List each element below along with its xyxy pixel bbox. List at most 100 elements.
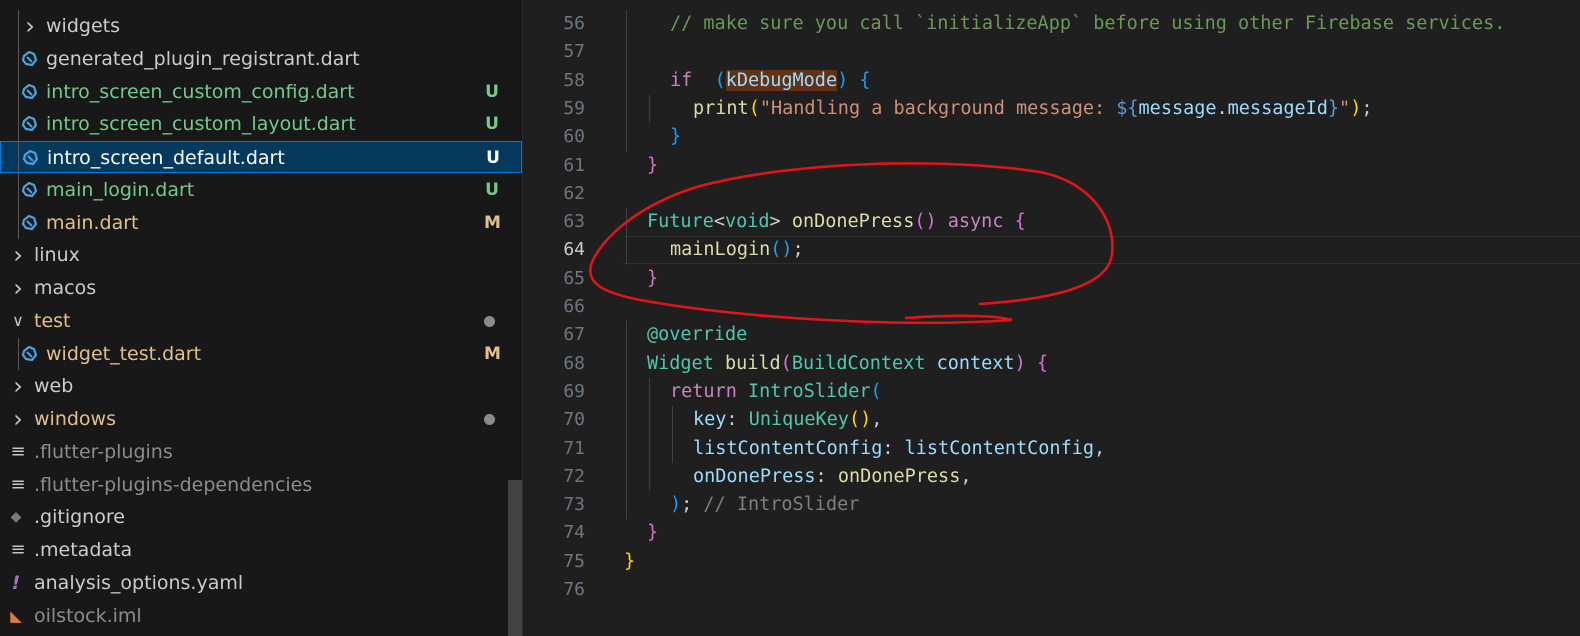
code-line[interactable]: @override — [647, 321, 747, 349]
line-number: 60 — [563, 126, 585, 148]
chevron-right-icon: › — [13, 241, 23, 270]
code-line[interactable]: } — [670, 123, 681, 151]
dart-file-icon — [21, 142, 41, 174]
indent-guide — [672, 406, 673, 463]
explorer-item-label: windows — [34, 408, 116, 430]
explorer-item-label: main.dart — [46, 211, 139, 234]
dart-file-icon — [20, 338, 40, 370]
explorer-file-widget-test-dart[interactable]: widget_test.dart M — [0, 338, 522, 370]
line-number: 76 — [563, 579, 585, 600]
explorer-folder-windows[interactable]: › windows — [0, 403, 522, 435]
explorer-item-label: analysis_options.yaml — [34, 571, 244, 594]
line-number: 58 — [563, 69, 585, 91]
dart-file-icon — [20, 76, 40, 108]
explorer-item-label: .flutter-plugins-dependencies — [34, 473, 313, 496]
indent-guide — [626, 208, 627, 265]
text-file-icon: ≡ — [10, 440, 26, 462]
tree-indent-guide — [18, 337, 19, 371]
explorer-folder-widgets[interactable]: › widgets — [0, 10, 522, 42]
explorer-file-flutter-plugins-dependencies[interactable]: ≡ .flutter-plugins-dependencies — [0, 469, 522, 501]
modified-dot-badge — [484, 315, 495, 327]
explorer-item-label: macos — [34, 277, 97, 299]
code-line[interactable]: // make sure you call `initializeApp` be… — [670, 10, 1505, 38]
indent-guide — [626, 321, 627, 520]
line-number: 63 — [563, 211, 585, 233]
git-status-badge: U — [485, 179, 499, 200]
indent-guide — [626, 10, 627, 152]
dart-file-icon — [20, 207, 40, 239]
explorer-item-label: web — [34, 375, 74, 398]
code-line[interactable]: listContentConfig: listContentConfig, — [693, 435, 1105, 463]
git-file-icon: ◆ — [10, 509, 22, 526]
explorer-item-label: .metadata — [34, 539, 133, 561]
explorer-file-intro-screen-custom-config-dart[interactable]: intro_screen_custom_config.dart U — [0, 76, 522, 108]
explorer-item-label: widgets — [46, 15, 120, 37]
git-status-badge: U — [485, 81, 499, 102]
explorer-item-label: oilstock.iml — [34, 604, 142, 627]
code-line[interactable]: key: UniqueKey(), — [693, 406, 882, 434]
explorer-file-metadata[interactable]: ≡ .metadata — [0, 534, 522, 566]
explorer-item-label: .flutter-plugins — [34, 440, 173, 463]
line-number: 57 — [563, 41, 585, 63]
line-number: 68 — [563, 352, 585, 374]
code-line[interactable]: } — [647, 265, 658, 293]
explorer-file-intro-screen-custom-layout-dart[interactable]: intro_screen_custom_layout.dart U — [0, 108, 522, 140]
code-line[interactable]: Future<void> onDonePress() async { — [647, 208, 1026, 236]
explorer-item-label: .gitignore — [34, 506, 125, 529]
tree-indent-guide — [18, 10, 19, 240]
code-line[interactable]: } — [647, 152, 658, 180]
explorer-item-label: linux — [34, 244, 80, 267]
iml-file-icon: ◣ — [10, 606, 22, 625]
explorer-scrollbar[interactable] — [508, 480, 522, 636]
dart-file-icon — [20, 174, 40, 206]
explorer-item-label: intro_screen_default.dart — [47, 147, 285, 169]
explorer-file-oilstock-iml[interactable]: ◣ oilstock.iml — [0, 600, 522, 632]
indent-guide — [649, 377, 650, 492]
git-status-badge: U — [485, 114, 499, 135]
line-number: 64 — [563, 239, 585, 261]
explorer-folder-web[interactable]: › web — [0, 370, 522, 402]
line-number: 71 — [563, 437, 585, 459]
code-line[interactable]: print("Handling a background message: ${… — [693, 95, 1372, 123]
git-status-badge: U — [486, 148, 500, 168]
explorer-file-intro-screen-default-dart[interactable]: intro_screen_default.dart U — [0, 141, 522, 173]
explorer-file-flutter-plugins[interactable]: ≡ .flutter-plugins — [0, 436, 522, 468]
explorer-folder-test[interactable]: ∨ test — [0, 305, 522, 337]
modified-dot-badge — [484, 414, 495, 425]
explorer-item-label: intro_screen_custom_layout.dart — [46, 113, 356, 136]
explorer-file-analysis-options-yaml[interactable]: ! analysis_options.yaml — [0, 567, 522, 599]
yaml-file-icon: ! — [11, 571, 21, 594]
explorer-file-main-dart[interactable]: main.dart M — [0, 207, 522, 239]
explorer-folder-linux[interactable]: › linux — [0, 239, 522, 271]
explorer-file-gitignore[interactable]: ◆ .gitignore — [0, 501, 522, 533]
chevron-down-icon: ∨ — [12, 310, 24, 330]
code-line[interactable]: ); // IntroSlider — [670, 491, 859, 519]
code-line[interactable]: if (kDebugMode) { — [670, 67, 871, 95]
chevron-right-icon: › — [25, 12, 35, 40]
chevron-right-icon: › — [13, 372, 23, 401]
code-line[interactable]: } — [624, 548, 635, 576]
line-number: 62 — [563, 182, 585, 204]
explorer-item-label: widget_test.dart — [46, 342, 202, 365]
indent-guide — [649, 94, 650, 124]
code-editor[interactable]: 56 57 58 59 60 61 62 63 64 65 66 67 68 69 70 71 72 73 74 75… — [523, 0, 1580, 636]
line-number: 72 — [563, 465, 585, 487]
text-file-icon: ≡ — [10, 539, 26, 560]
line-number: 73 — [563, 494, 585, 516]
line-number: 74 — [563, 522, 585, 544]
line-number: 56 — [563, 13, 585, 34]
line-number: 61 — [563, 154, 585, 176]
code-line[interactable]: return IntroSlider( — [670, 378, 882, 406]
explorer-item-label: generated_plugin_registrant.dart — [46, 47, 360, 70]
code-line[interactable]: mainLogin(); — [670, 236, 804, 264]
code-line[interactable]: onDonePress: onDonePress, — [693, 463, 971, 491]
explorer-file-main-login-dart[interactable]: main_login.dart U — [0, 174, 522, 206]
code-line[interactable]: } — [647, 519, 658, 547]
code-line[interactable]: Widget build(BuildContext context) { — [647, 350, 1048, 378]
explorer-folder-macos[interactable]: › macos — [0, 272, 522, 304]
explorer-item-label: intro_screen_custom_config.dart — [46, 80, 355, 103]
explorer-file-generated-plugin-registrant-dart[interactable]: generated_plugin_registrant.dart — [0, 43, 522, 75]
line-number: 70 — [563, 409, 585, 431]
explorer-panel: › widgets generated_plugin_registrant.dart… — [0, 0, 523, 636]
dart-file-icon — [20, 108, 40, 140]
